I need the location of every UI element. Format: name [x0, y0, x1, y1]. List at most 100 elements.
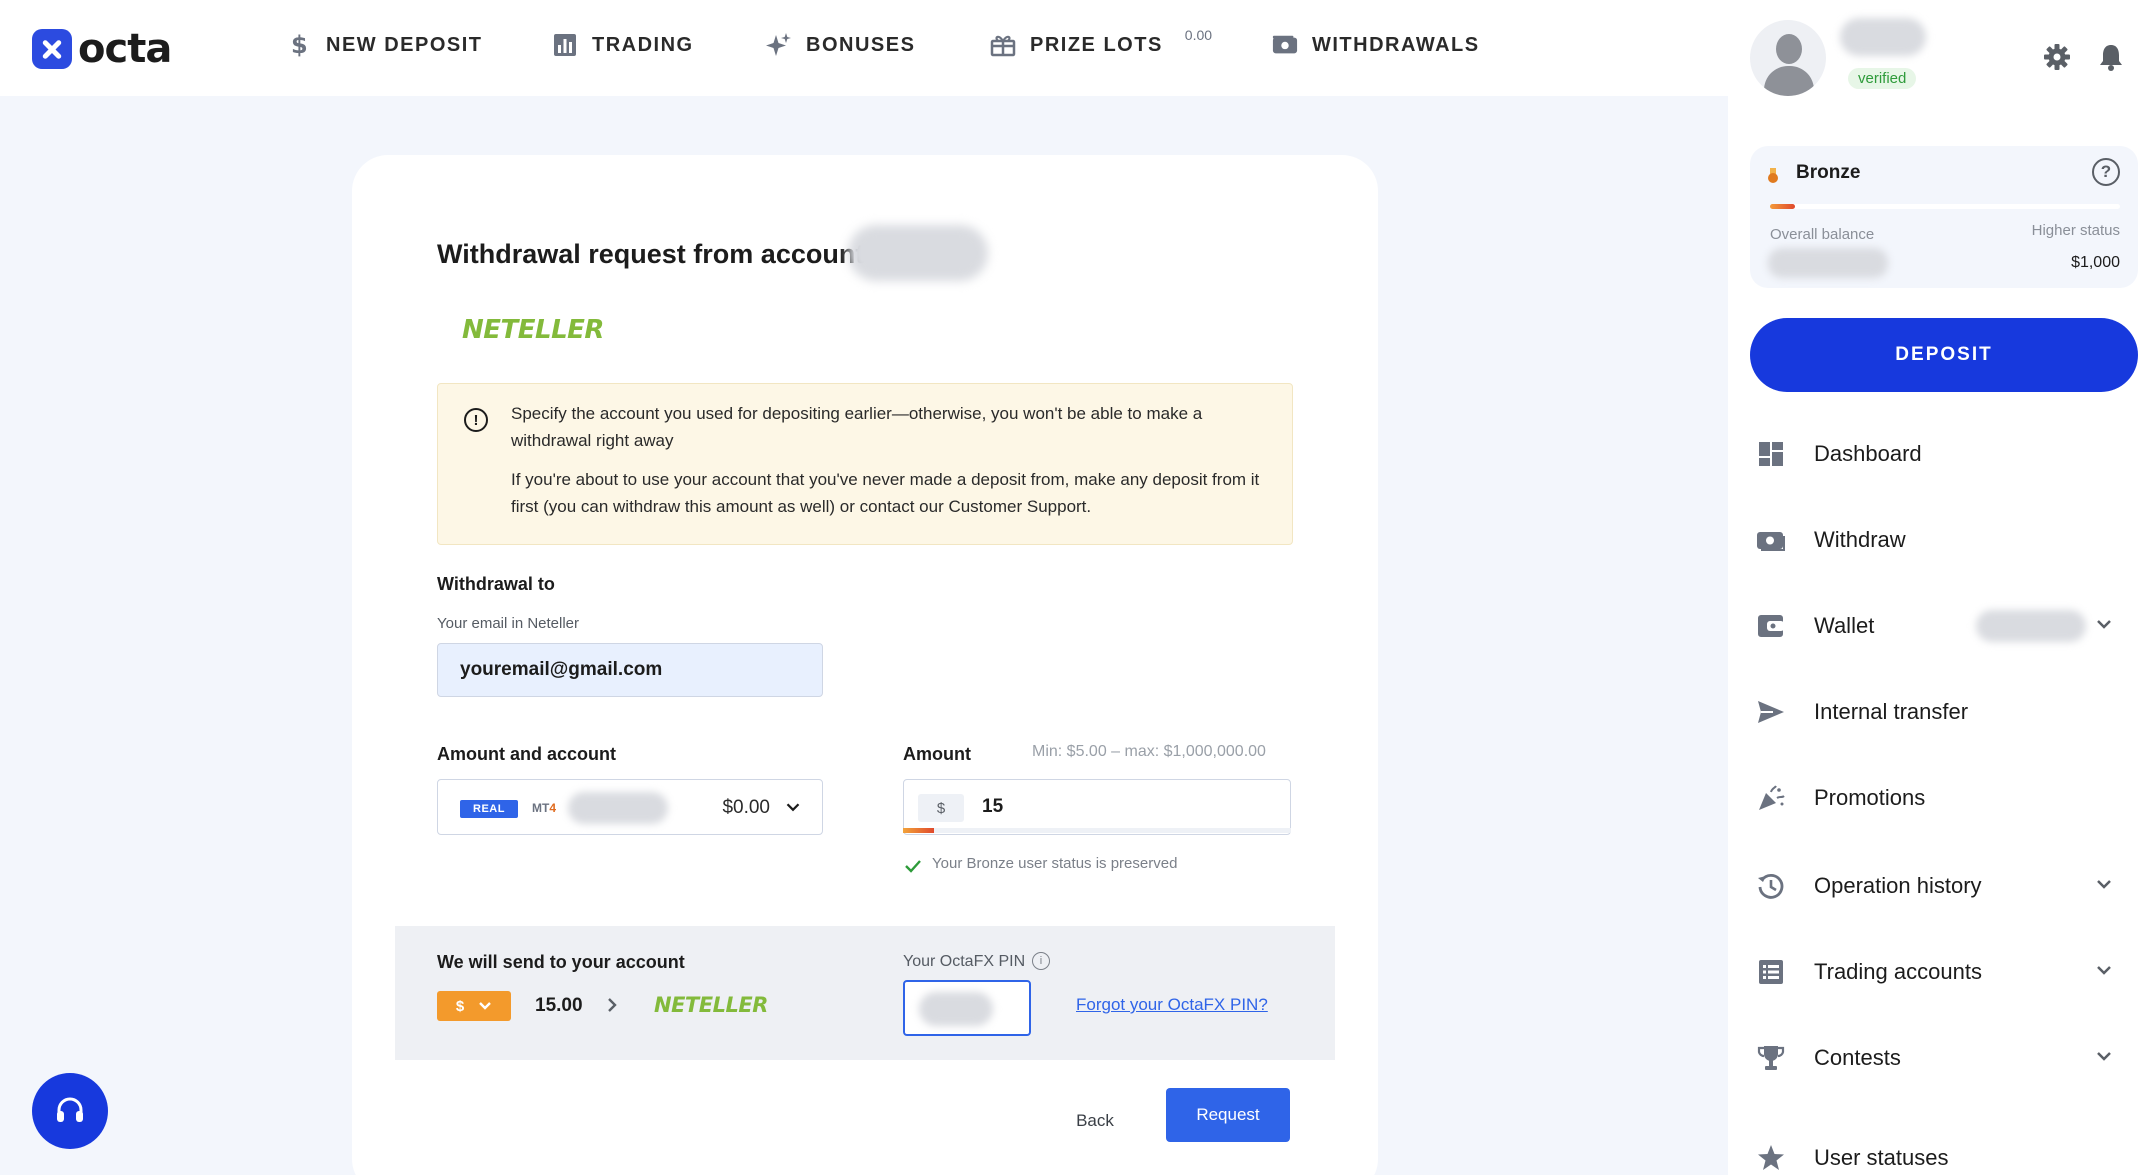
- status-progress-track: [1770, 204, 2120, 209]
- forgot-pin-link[interactable]: Forgot your OctaFX PIN?: [1076, 995, 1268, 1015]
- chevron-down-icon: [479, 1002, 492, 1010]
- account-number-redacted: [848, 225, 988, 281]
- nav-label: NEW DEPOSIT: [326, 33, 483, 56]
- pin-input[interactable]: [903, 980, 1031, 1036]
- star-icon: [1756, 1143, 1786, 1173]
- pin-value-redacted: [919, 992, 993, 1026]
- chevron-down-icon[interactable]: [2092, 612, 2116, 636]
- withdrawal-to-label: Withdrawal to: [437, 574, 555, 594]
- chevron-right-icon: [608, 998, 617, 1012]
- sidebar-item-contests[interactable]: Contests: [1750, 1032, 2120, 1084]
- account-select[interactable]: REAL MT4 $0.00: [437, 779, 823, 835]
- email-field[interactable]: [437, 643, 823, 697]
- headset-icon: [57, 1097, 83, 1122]
- amount-value: 15: [982, 796, 1004, 817]
- gear-icon[interactable]: [2042, 42, 2072, 72]
- list-icon: [1756, 957, 1786, 987]
- nav-trading[interactable]: TRADING: [552, 32, 694, 58]
- gift-icon: [990, 32, 1016, 58]
- send-icon: [1756, 697, 1786, 727]
- sidebar-item-dashboard[interactable]: Dashboard: [1750, 428, 2120, 480]
- sidebar-item-withdraw[interactable]: Withdraw: [1750, 514, 2120, 566]
- status-preserved-note: Your Bronze user status is preserved: [932, 855, 1178, 872]
- status-name: Bronze: [1796, 162, 1861, 183]
- party-icon: [1756, 783, 1786, 813]
- request-button[interactable]: Request: [1166, 1088, 1290, 1142]
- right-sidebar: verified Bronze ? Overall balance Higher…: [1728, 0, 2144, 1175]
- brand-logo[interactable]: octa: [32, 26, 172, 72]
- support-button[interactable]: [32, 1073, 108, 1149]
- notice-paragraph-1: Specify the account you used for deposit…: [511, 404, 1203, 450]
- currency-symbol: $: [455, 997, 465, 1015]
- higher-status-value: $1,000: [2071, 254, 2120, 271]
- bronze-medal-icon: [1768, 168, 1778, 183]
- wallet-balance-redacted: [1976, 610, 2086, 642]
- chevron-down-icon[interactable]: [2092, 872, 2116, 896]
- sidebar-item-user-statuses[interactable]: User statuses: [1750, 1132, 2120, 1175]
- amount-account-label: Amount and account: [437, 744, 616, 764]
- avatar[interactable]: [1750, 20, 1826, 96]
- amount-field[interactable]: $ 15: [903, 779, 1291, 835]
- platform-badge: MT4: [532, 801, 557, 815]
- deposit-button[interactable]: DEPOSIT: [1750, 318, 2138, 392]
- sidebar-item-label: Wallet: [1814, 613, 1875, 638]
- wallet-icon: [1756, 611, 1786, 641]
- question-icon[interactable]: ?: [2092, 158, 2120, 186]
- account-balance: $0.00: [722, 797, 770, 818]
- check-icon: [905, 860, 921, 873]
- higher-status-label: Higher status: [2031, 222, 2120, 239]
- page-title: Withdrawal request from account: [437, 239, 865, 269]
- nav-prize-lots[interactable]: PRIZE LOTS 0.00: [990, 27, 1212, 58]
- withdraw-icon: [1756, 525, 1786, 555]
- sidebar-item-internal-transfer[interactable]: Internal transfer: [1750, 686, 2120, 738]
- bell-icon[interactable]: [2096, 42, 2126, 72]
- sidebar-item-promotions[interactable]: Promotions: [1750, 772, 2120, 824]
- wallet-icon: [1272, 32, 1298, 58]
- nav-label: WITHDRAWALS: [1312, 33, 1480, 56]
- dollar-icon: $: [286, 32, 312, 58]
- chart-icon: [552, 32, 578, 58]
- neteller-logo: NETELLER: [462, 315, 604, 345]
- avatar-head-shape: [1776, 34, 1802, 64]
- nav-bonuses[interactable]: BONUSES: [766, 32, 915, 58]
- octa-logo-icon: [32, 29, 72, 69]
- verified-badge: verified: [1848, 68, 1917, 89]
- prize-lots-badge: 0.00: [1184, 27, 1213, 43]
- sidebar-item-label: Promotions: [1814, 785, 1926, 810]
- history-icon: [1756, 871, 1786, 901]
- sidebar-item-label: Dashboard: [1814, 441, 1922, 466]
- amount-progress-track: [903, 828, 1291, 833]
- user-name-redacted: [1840, 18, 1926, 56]
- nav-new-deposit[interactable]: $ NEW DEPOSIT: [286, 32, 483, 58]
- sidebar-item-label: Internal transfer: [1814, 699, 1969, 724]
- nav-withdrawals[interactable]: WITHDRAWALS: [1272, 32, 1480, 58]
- info-icon[interactable]: i: [1032, 952, 1050, 970]
- chevron-down-icon[interactable]: [2092, 1044, 2116, 1068]
- back-button[interactable]: Back: [1052, 1101, 1138, 1141]
- trophy-icon: [1756, 1043, 1786, 1073]
- real-account-badge: REAL: [460, 800, 518, 818]
- account-id-redacted: [568, 792, 668, 824]
- email-field-label: Your email in Neteller: [437, 615, 580, 632]
- currency-dropdown[interactable]: $: [437, 991, 511, 1021]
- notice-paragraph-2: If you're about to use your account that…: [511, 470, 1260, 516]
- chevron-down-icon[interactable]: [2092, 958, 2116, 982]
- sidebar-item-operation-history[interactable]: Operation history: [1750, 860, 2120, 912]
- svg-text:$: $: [291, 32, 309, 58]
- status-card[interactable]: Bronze ? Overall balance Higher status $…: [1750, 146, 2138, 288]
- sparkle-icon: [766, 32, 792, 58]
- exclamation-icon: !: [464, 408, 488, 432]
- sidebar-item-trading-accounts[interactable]: Trading accounts: [1750, 946, 2120, 998]
- sidebar-item-label: Operation history: [1814, 873, 1982, 898]
- amount-label: Amount: [903, 744, 971, 764]
- brand-name: octa: [78, 26, 172, 72]
- nav-label: TRADING: [592, 33, 694, 56]
- overall-balance-label: Overall balance: [1770, 226, 1875, 243]
- amount-progress-fill: [903, 828, 935, 833]
- amount-limits: Min: $5.00 – max: $1,000,000.00: [1032, 743, 1266, 760]
- send-amount: 15.00: [535, 995, 583, 1016]
- sidebar-item-wallet[interactable]: Wallet: [1750, 600, 2120, 652]
- nav-label: PRIZE LOTS: [1030, 33, 1163, 56]
- avatar-body-shape: [1764, 66, 1814, 96]
- neteller-logo-small: NETELLER: [654, 993, 768, 1017]
